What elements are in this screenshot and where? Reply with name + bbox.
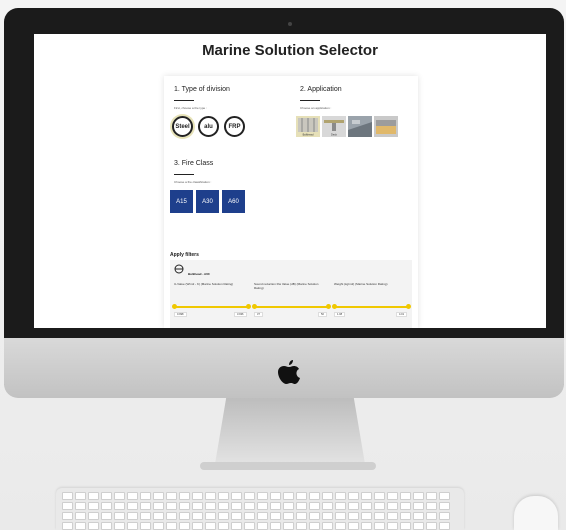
division-title: 1. Type of division xyxy=(174,86,230,93)
uvalue-min-handle[interactable] xyxy=(172,304,177,309)
active-filter[interactable]: Bulkhead - A60 xyxy=(188,272,210,276)
division-hint: First, choose a the type : xyxy=(174,106,207,110)
filter-weight-label: Weight (kg/m2) (Marine Solution Rating) xyxy=(334,282,388,286)
keyboard-row xyxy=(62,502,450,510)
application-hint: Choose an application : xyxy=(300,106,332,110)
fire-title: 3. Fire Class xyxy=(174,160,214,167)
filter-weight-slider[interactable] xyxy=(334,306,408,308)
selector-card: 1. Type of division First, choose a the … xyxy=(164,76,418,328)
filter-uvalue-slider[interactable] xyxy=(174,306,248,308)
uvalue-min[interactable]: 0.998 xyxy=(174,312,187,317)
uvalue-max[interactable]: 3.936 xyxy=(234,312,247,317)
filter-tag-icon xyxy=(174,264,184,274)
keyboard xyxy=(56,488,464,530)
division-option-steel[interactable]: Steel xyxy=(172,116,193,137)
monitor-stand xyxy=(214,398,366,470)
sound-min[interactable]: 37 xyxy=(254,312,263,317)
camera-icon xyxy=(288,22,292,26)
sound-min-handle[interactable] xyxy=(252,304,257,309)
fire-underline xyxy=(174,174,194,175)
keyboard-row xyxy=(62,522,450,530)
filter-sound-label: Sound reduction Rw Value (dB) (Marine So… xyxy=(254,282,319,290)
fire-hint: Choose a fire classification : xyxy=(174,180,212,184)
filters-title: Apply filters xyxy=(170,252,199,258)
mouse xyxy=(514,496,558,530)
application-deck-image[interactable]: Deck xyxy=(322,116,346,137)
svg-text:Deck: Deck xyxy=(331,133,338,137)
keyboard-row xyxy=(62,512,450,520)
weight-min-handle[interactable] xyxy=(332,304,337,309)
application-ceiling-image[interactable] xyxy=(348,116,372,137)
filter-sound-slider[interactable] xyxy=(254,306,328,308)
sound-max[interactable]: 50 xyxy=(318,312,327,317)
page-title: Marine Solution Selector xyxy=(202,42,378,59)
stand-foot xyxy=(200,462,376,470)
division-option-frp[interactable]: FRP xyxy=(224,116,245,137)
svg-text:Bulkhead: Bulkhead xyxy=(303,133,314,137)
filters-panel xyxy=(170,260,412,328)
application-title: 2. Application xyxy=(300,86,342,93)
sound-max-handle[interactable] xyxy=(326,304,331,309)
apple-logo-icon xyxy=(278,360,300,384)
weight-min[interactable]: 1.08 xyxy=(334,312,346,317)
application-floor-image[interactable] xyxy=(374,116,398,137)
fire-option-a15[interactable]: A15 xyxy=(170,190,193,213)
application-underline xyxy=(300,100,320,101)
keyboard-row xyxy=(62,492,450,500)
uvalue-max-handle[interactable] xyxy=(246,304,251,309)
weight-max-handle[interactable] xyxy=(406,304,411,309)
application-bulkhead-image[interactable]: Bulkhead xyxy=(296,116,320,137)
division-underline xyxy=(174,100,194,101)
fire-option-a30[interactable]: A30 xyxy=(196,190,219,213)
division-option-alu[interactable]: alu xyxy=(198,116,219,137)
fire-option-a60[interactable]: A60 xyxy=(222,190,245,213)
browser-screen: Marine Solution Selector 1. Type of divi… xyxy=(34,34,546,328)
filter-uvalue-label: U-Value (W/m2 - K) (Marine Solution Rati… xyxy=(174,282,234,286)
weight-max[interactable]: 4.01 xyxy=(396,312,408,317)
